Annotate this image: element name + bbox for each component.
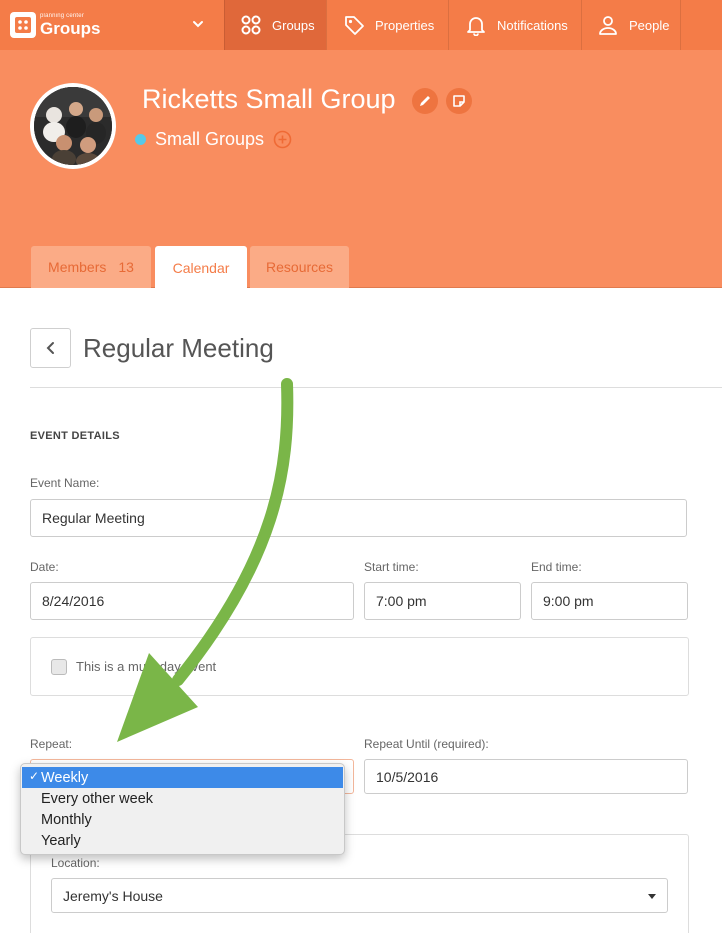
tab-members[interactable]: Members 13 xyxy=(31,246,151,288)
page-title: Regular Meeting xyxy=(83,333,274,363)
group-name: Ricketts Small Group xyxy=(142,84,396,114)
brand-text: planning center Groups xyxy=(40,13,100,37)
group-header: Ricketts Small Group Small Groups Member… xyxy=(0,50,722,289)
nav-label-properties: Properties xyxy=(375,17,435,33)
note-icon xyxy=(453,95,465,107)
repeat-dropdown-menu: ✓ Weekly Every other week Monthly Yearly xyxy=(20,763,345,855)
brand-product: Groups xyxy=(40,19,101,38)
divider xyxy=(30,387,722,388)
tab-members-label: Members xyxy=(48,259,107,275)
end-time-field[interactable]: 9:00 pm xyxy=(531,582,688,620)
pencil-icon xyxy=(420,96,430,106)
multi-day-label: This is a multi-day event xyxy=(76,659,217,674)
edit-group-button[interactable] xyxy=(412,88,438,114)
multi-day-checkbox[interactable] xyxy=(51,659,67,675)
repeat-until-label: Repeat Until (required): xyxy=(364,737,489,751)
back-button[interactable] xyxy=(30,328,71,368)
start-time-field[interactable]: 7:00 pm xyxy=(364,582,521,620)
groups-icon xyxy=(241,15,261,35)
tag-icon xyxy=(345,16,364,35)
location-select[interactable]: Jeremy's House xyxy=(51,878,668,913)
nav-item-people[interactable]: People xyxy=(581,0,681,50)
tab-resources-label: Resources xyxy=(266,259,333,275)
group-type-label: Small Groups xyxy=(155,129,265,149)
nav-label-notifications: Notifications xyxy=(497,17,568,33)
nav-label-groups: Groups xyxy=(272,17,315,33)
repeat-option-label: Yearly xyxy=(41,832,81,849)
group-type-dot xyxy=(135,134,146,145)
location-label: Location: xyxy=(51,856,100,870)
group-photo xyxy=(34,87,112,165)
date-label: Date: xyxy=(30,560,59,574)
repeat-option-yearly[interactable]: Yearly xyxy=(21,830,344,851)
members-count: 13 xyxy=(118,259,134,275)
repeat-option-weekly[interactable]: ✓ Weekly xyxy=(22,767,343,788)
nav-item-properties[interactable]: Properties xyxy=(326,0,448,50)
event-name-field[interactable]: Regular Meeting xyxy=(30,499,687,537)
repeat-until-field[interactable]: 10/5/2016 xyxy=(364,759,688,794)
repeat-option-label: Weekly xyxy=(41,769,89,786)
date-field[interactable]: 8/24/2016 xyxy=(30,582,354,620)
event-name-label: Event Name: xyxy=(30,476,100,490)
section-title: EVENT DETAILS xyxy=(30,430,120,442)
repeat-option-label: Monthly xyxy=(41,811,92,828)
repeat-option-monthly[interactable]: Monthly xyxy=(21,809,344,830)
top-nav: planning center Groups Groups Properties… xyxy=(0,0,722,50)
chevron-down-icon xyxy=(193,21,203,28)
group-avatar[interactable] xyxy=(30,83,116,169)
caret-down-icon xyxy=(648,894,656,899)
tab-calendar[interactable]: Calendar xyxy=(155,246,247,289)
nav-label-people: People xyxy=(629,17,670,33)
person-icon xyxy=(599,16,617,35)
end-time-label: End time: xyxy=(531,560,582,574)
nav-item-groups[interactable]: Groups xyxy=(224,0,326,50)
group-type[interactable]: Small Groups xyxy=(135,129,292,150)
nav-item-notifications[interactable]: Notifications xyxy=(448,0,581,50)
app-switcher[interactable]: planning center Groups xyxy=(0,0,224,50)
add-circle-icon[interactable] xyxy=(273,130,292,149)
location-value: Jeremy's House xyxy=(63,887,163,904)
chevron-left-icon xyxy=(46,342,54,354)
tab-calendar-label: Calendar xyxy=(172,259,230,276)
bell-icon xyxy=(467,17,485,36)
group-notes-button[interactable] xyxy=(446,88,472,114)
repeat-option-label: Every other week xyxy=(41,790,154,807)
brand-company: planning center xyxy=(40,13,85,19)
repeat-option-every-other-week[interactable]: Every other week xyxy=(21,788,344,809)
repeat-label: Repeat: xyxy=(30,737,73,751)
checkmark-icon: ✓ xyxy=(29,769,40,783)
planning-center-logo-icon xyxy=(10,12,36,38)
tab-resources[interactable]: Resources xyxy=(250,246,349,288)
start-time-label: Start time: xyxy=(364,560,419,574)
